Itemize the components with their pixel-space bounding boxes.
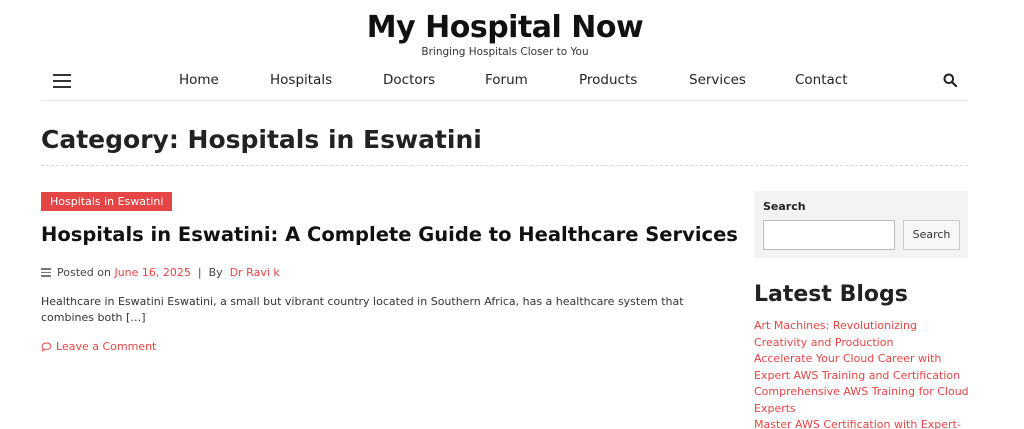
page-title: Category: Hospitals in Eswatini xyxy=(41,125,482,154)
post-meta: Posted on June 16, 2025 | By Dr Ravi k xyxy=(41,266,280,279)
latest-blog-link[interactable]: Master AWS Certification with Expert- xyxy=(754,417,970,429)
search-input[interactable] xyxy=(763,220,895,250)
nav-item-products[interactable]: Products xyxy=(579,72,637,88)
nav-item-hospitals[interactable]: Hospitals xyxy=(270,72,332,88)
latest-blogs-list: Art Machines: Revolutionizing Creativity… xyxy=(754,318,970,429)
search-icon[interactable] xyxy=(943,73,957,87)
list-icon xyxy=(41,268,51,277)
nav-item-doctors[interactable]: Doctors xyxy=(383,72,435,88)
comment-icon xyxy=(41,341,52,352)
posted-on-label: Posted on xyxy=(57,266,111,279)
search-widget: Search Search xyxy=(754,191,968,258)
leave-comment-label: Leave a Comment xyxy=(56,340,157,353)
nav-item-services[interactable]: Services xyxy=(689,72,746,88)
nav-item-home[interactable]: Home xyxy=(179,72,219,88)
by-label: By xyxy=(208,266,223,279)
hamburger-icon[interactable] xyxy=(53,74,71,88)
site-tagline: Bringing Hospitals Closer to You xyxy=(421,46,589,58)
post-author[interactable]: Dr Ravi k xyxy=(230,266,280,279)
latest-blog-link[interactable]: Comprehensive AWS Training for Cloud Exp… xyxy=(754,384,970,417)
latest-blog-link[interactable]: Art Machines: Revolutionizing Creativity… xyxy=(754,318,970,351)
post-excerpt: Healthcare in Eswatini Eswatini, a small… xyxy=(41,295,684,324)
search-label: Search xyxy=(763,200,806,213)
nav-item-forum[interactable]: Forum xyxy=(485,72,528,88)
latest-blog-link[interactable]: Accelerate Your Cloud Career with Expert… xyxy=(754,351,970,384)
site-title[interactable]: My Hospital Now xyxy=(0,10,1010,45)
search-submit-button[interactable]: Search xyxy=(903,220,960,250)
post-title[interactable]: Hospitals in Eswatini: A Complete Guide … xyxy=(41,223,738,246)
title-divider xyxy=(41,165,968,166)
leave-comment-link[interactable]: Leave a Comment xyxy=(41,340,156,353)
post-date[interactable]: June 16, 2025 xyxy=(114,266,190,279)
main-navigation: Home Hospitals Doctors Forum Products Se… xyxy=(41,64,968,101)
category-badge[interactable]: Hospitals in Eswatini xyxy=(41,192,173,211)
meta-separator: | xyxy=(197,266,202,279)
nav-item-contact[interactable]: Contact xyxy=(795,72,848,88)
latest-blogs-heading: Latest Blogs xyxy=(754,282,908,307)
